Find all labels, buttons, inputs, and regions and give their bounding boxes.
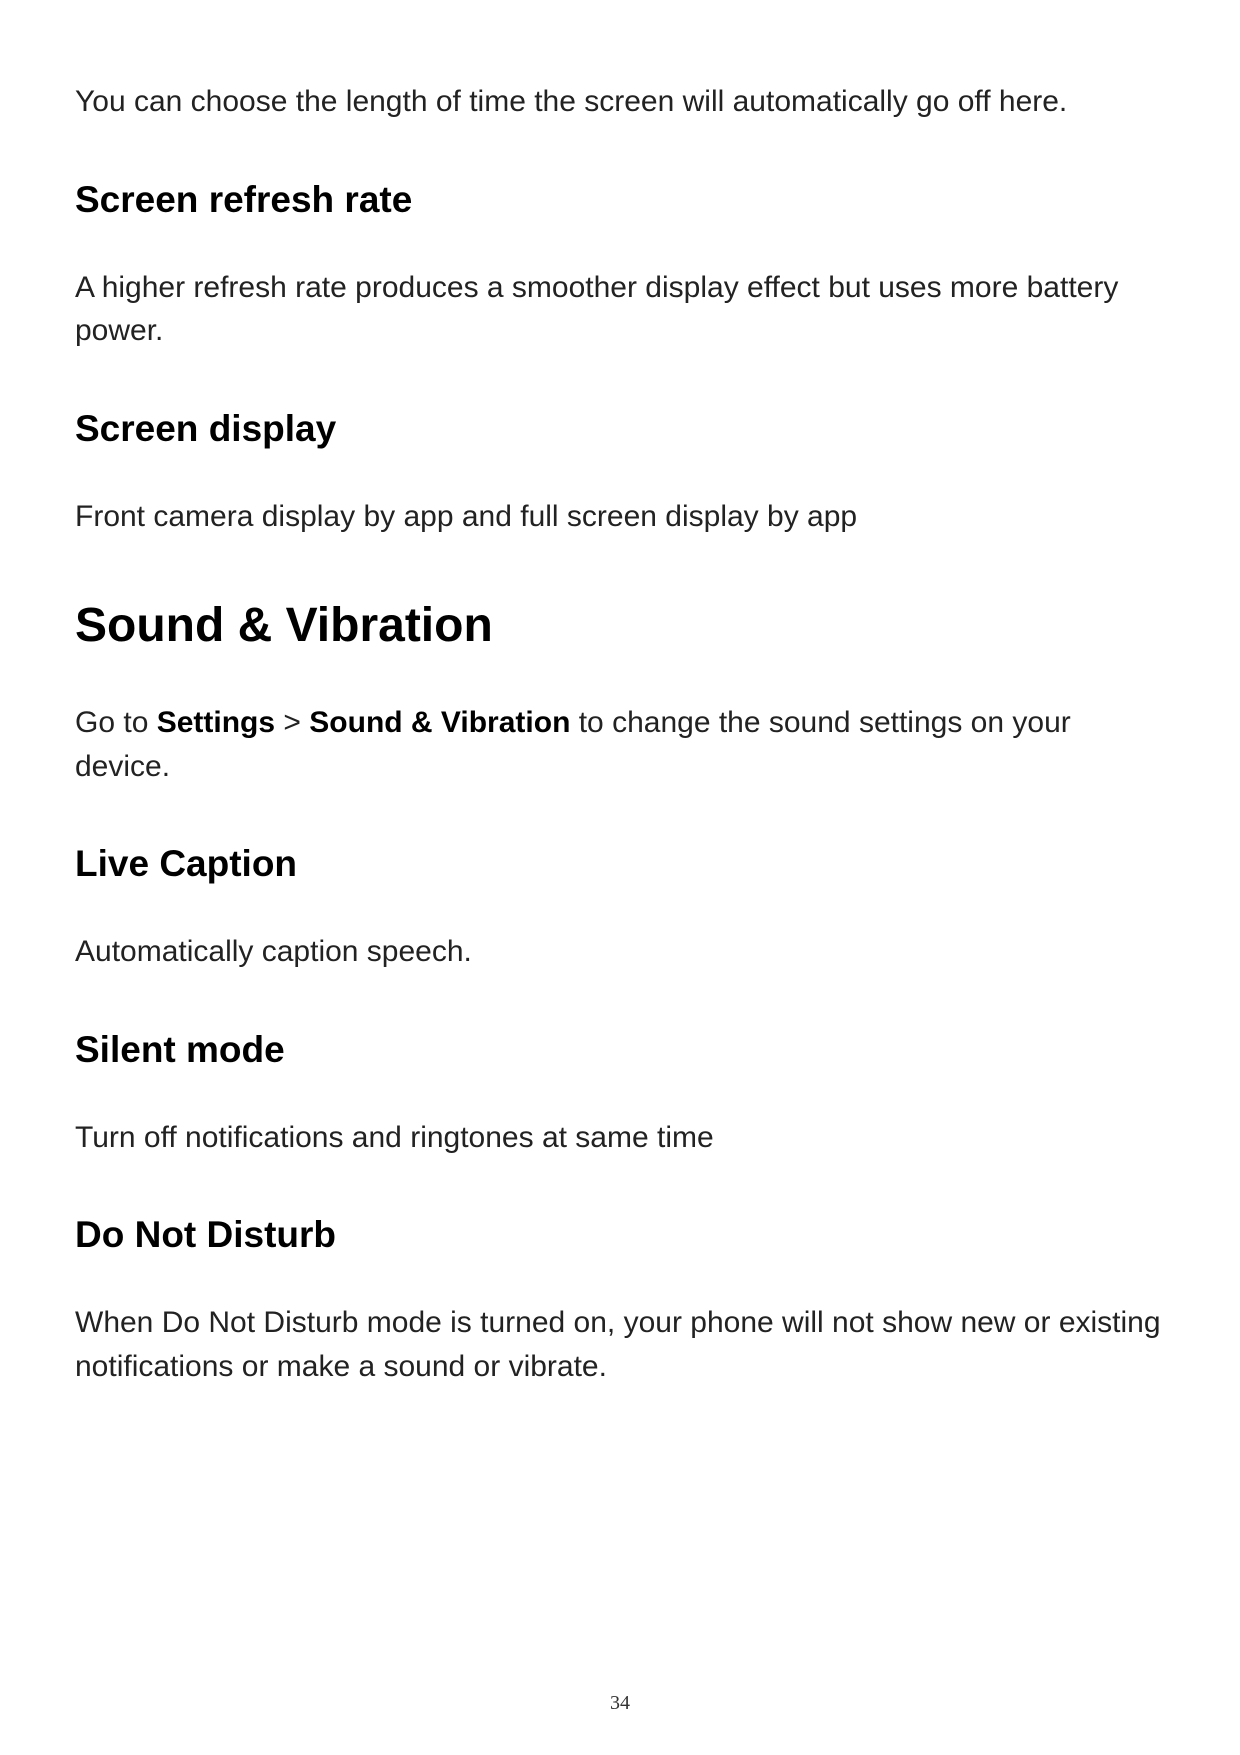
body-sound-vibration-intro: Go to Settings > Sound & Vibration to ch… <box>75 701 1165 788</box>
heading-do-not-disturb: Do Not Disturb <box>75 1214 1165 1256</box>
heading-screen-display: Screen display <box>75 408 1165 450</box>
page-number: 34 <box>0 1692 1240 1715</box>
body-do-not-disturb: When Do Not Disturb mode is turned on, y… <box>75 1301 1165 1388</box>
heading-live-caption: Live Caption <box>75 843 1165 885</box>
intro-paragraph: You can choose the length of time the sc… <box>75 80 1165 124</box>
body-silent-mode: Turn off notifications and ringtones at … <box>75 1116 1165 1160</box>
heading-silent-mode: Silent mode <box>75 1029 1165 1071</box>
text-settings: Settings <box>157 706 275 739</box>
text-sound-vibration: Sound & Vibration <box>309 706 570 739</box>
text-sep: > <box>275 706 309 739</box>
text-prefix: Go to <box>75 706 157 739</box>
body-screen-refresh-rate: A higher refresh rate produces a smoothe… <box>75 266 1165 353</box>
heading-sound-vibration: Sound & Vibration <box>75 598 1165 653</box>
body-screen-display: Front camera display by app and full scr… <box>75 495 1165 539</box>
body-live-caption: Automatically caption speech. <box>75 930 1165 974</box>
heading-screen-refresh-rate: Screen refresh rate <box>75 179 1165 221</box>
